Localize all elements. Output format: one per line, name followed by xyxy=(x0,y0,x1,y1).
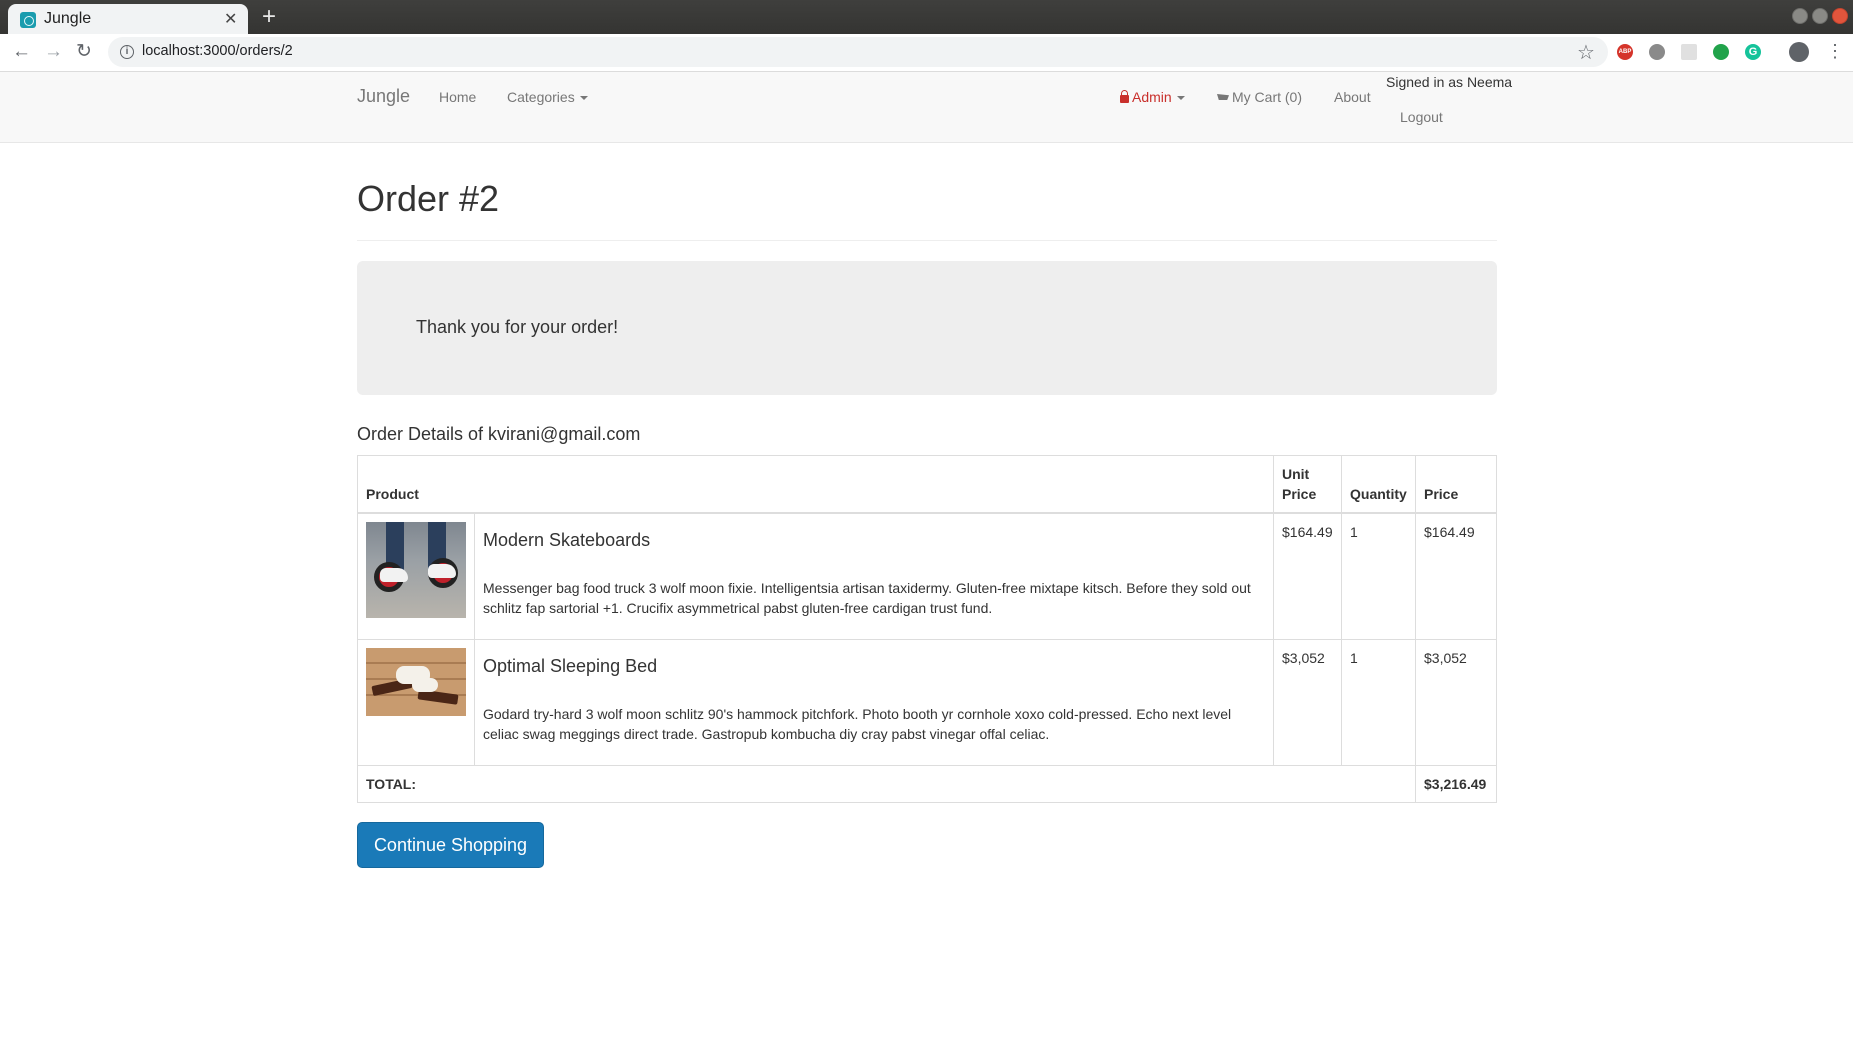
product-image-skateboards[interactable] xyxy=(366,522,466,618)
product-image-cell xyxy=(357,512,475,640)
tab-title: Jungle xyxy=(44,10,92,27)
close-tab-icon[interactable]: ✕ xyxy=(224,9,237,29)
table-header-row: Product Unit Price Quantity Price xyxy=(357,455,1497,514)
logout-link[interactable]: Logout xyxy=(1400,109,1443,125)
extension-icon[interactable] xyxy=(1681,44,1697,60)
grammarly-extension-icon[interactable]: G xyxy=(1745,44,1761,60)
minimize-window-button[interactable] xyxy=(1792,8,1808,24)
total-row: TOTAL: $3,216.49 xyxy=(357,764,1497,803)
product-image-bed[interactable] xyxy=(366,647,466,716)
browser-tab[interactable]: Jungle ✕ xyxy=(8,4,248,34)
nav-admin-dropdown[interactable]: Admin xyxy=(1120,89,1185,105)
quantity-cell: 1 xyxy=(1341,638,1416,766)
product-info-cell: Modern Skateboards Messenger bag food tr… xyxy=(474,512,1274,640)
order-details-heading: Order Details of kvirani@gmail.com xyxy=(357,424,641,444)
divider xyxy=(357,240,1497,241)
header-price: Price xyxy=(1415,455,1497,514)
unit-price-cell: $164.49 xyxy=(1273,512,1342,640)
header-quantity: Quantity xyxy=(1341,455,1416,514)
site-navbar xyxy=(0,72,1853,143)
nav-cart-link[interactable]: My Cart (0) xyxy=(1217,89,1302,105)
caret-down-icon xyxy=(579,96,588,101)
profile-avatar-icon[interactable] xyxy=(1789,42,1809,62)
nav-about-link[interactable]: About xyxy=(1334,89,1371,105)
nav-home-link[interactable]: Home xyxy=(439,89,476,105)
total-value: $3,216.49 xyxy=(1415,764,1497,803)
shopping-cart-icon xyxy=(1217,94,1229,100)
browser-titlebar xyxy=(0,0,1853,34)
reload-icon[interactable]: ↻ xyxy=(76,40,92,64)
caret-down-icon xyxy=(1176,96,1185,101)
table-row: Modern Skateboards Messenger bag food tr… xyxy=(357,512,1497,640)
nav-cart-label: My Cart (0) xyxy=(1232,89,1302,105)
product-info-cell: Optimal Sleeping Bed Godard try-hard 3 w… xyxy=(474,638,1274,766)
product-name[interactable]: Modern Skateboards xyxy=(483,530,1265,550)
product-image-cell xyxy=(357,638,475,766)
bookmark-star-icon[interactable]: ☆ xyxy=(1577,40,1595,65)
product-description: Godard try-hard 3 wolf moon schlitz 90's… xyxy=(483,705,1232,742)
nav-categories-label: Categories xyxy=(507,89,575,105)
total-label: TOTAL: xyxy=(357,764,1416,803)
header-unit-price: Unit Price xyxy=(1273,455,1342,514)
order-table: Product Unit Price Quantity Price Modern… xyxy=(357,455,1497,803)
forward-arrow-icon[interactable]: → xyxy=(44,40,63,64)
chat-extension-icon[interactable] xyxy=(1713,44,1729,60)
product-description: Messenger bag food truck 3 wolf moon fix… xyxy=(483,580,1251,616)
unit-price-cell: $3,052 xyxy=(1273,638,1342,766)
quantity-cell: 1 xyxy=(1341,512,1416,640)
address-bar[interactable] xyxy=(108,37,1608,67)
price-cell: $164.49 xyxy=(1415,512,1497,640)
close-window-button[interactable] xyxy=(1832,8,1848,24)
browser-menu-icon[interactable]: ⋮ xyxy=(1826,41,1844,61)
continue-shopping-button[interactable]: Continue Shopping xyxy=(357,822,544,868)
lock-icon xyxy=(1120,90,1129,103)
thank-you-message: Thank you for your order! xyxy=(416,317,619,337)
site-info-icon[interactable]: i xyxy=(120,45,134,59)
download-extension-icon[interactable] xyxy=(1649,44,1665,60)
back-arrow-icon[interactable]: ← xyxy=(12,40,31,64)
price-cell: $3,052 xyxy=(1415,638,1497,766)
nav-admin-label: Admin xyxy=(1132,89,1172,105)
favicon-icon xyxy=(20,12,36,28)
new-tab-button[interactable]: + xyxy=(262,4,276,30)
adblock-extension-icon[interactable]: ABP xyxy=(1617,44,1633,60)
brand-link[interactable]: Jungle xyxy=(357,86,410,107)
header-product: Product xyxy=(357,455,1274,514)
product-name[interactable]: Optimal Sleeping Bed xyxy=(483,656,1265,676)
maximize-window-button[interactable] xyxy=(1812,8,1828,24)
table-row: Optimal Sleeping Bed Godard try-hard 3 w… xyxy=(357,638,1497,766)
page-title: Order #2 xyxy=(357,178,500,219)
nav-categories-dropdown[interactable]: Categories xyxy=(507,89,588,105)
signed-in-text: Signed in as Neema xyxy=(1386,74,1513,90)
url-text[interactable]: localhost:3000/orders/2 xyxy=(142,43,293,59)
